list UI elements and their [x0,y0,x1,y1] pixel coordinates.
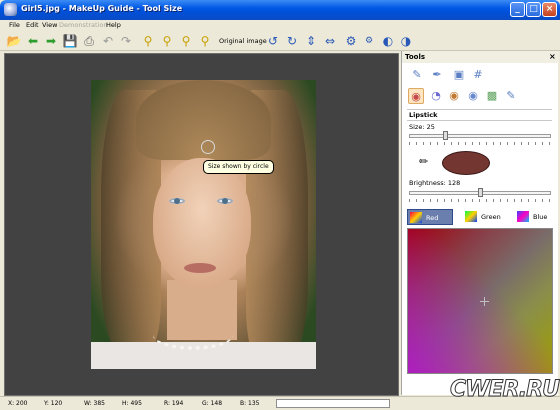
zoom-in-icon[interactable]: ⚲ [140,33,156,49]
menu-help[interactable]: Help [106,21,121,29]
status-b: B: 135 [240,400,260,407]
settings-gear-icon[interactable]: ⚙ [343,33,359,49]
menu-file[interactable]: File [9,21,20,29]
watermark-logo: CWER.RU [450,377,560,403]
eraser-tool-icon[interactable]: ✎ [503,88,519,104]
app-icon [4,3,17,16]
print-icon[interactable]: ⎙ [81,33,97,49]
brush-tool-icon[interactable]: ✒ [429,67,445,83]
status-r: R: 194 [164,400,184,407]
close-button[interactable]: × [542,2,557,17]
left-eye [169,198,185,204]
minimize-button[interactable]: _ [510,2,525,17]
size-slider[interactable] [409,134,551,138]
pencil-tool-icon[interactable]: ✎ [409,67,425,83]
progress-bar [276,399,390,408]
menu-edit[interactable]: Edit [26,21,39,29]
window-title: Girl5.jpg - MakeUp Guide - Tool Size [21,4,183,13]
back-arrow-icon[interactable]: ⬅ [25,33,41,49]
zoom-fit-icon[interactable]: ⚲ [178,33,194,49]
maximize-button[interactable]: □ [526,2,541,17]
brightness-slider-thumb[interactable] [478,188,484,197]
status-g: G: 148 [202,400,223,407]
flip-horizontal-icon[interactable]: ⇔ [322,33,338,49]
tooltip: Size shown by circle [203,160,274,174]
eye-tool-icon[interactable]: ◉ [465,88,481,104]
color-channel-tabs: Red Green Blue [407,209,554,225]
brightness-icon[interactable]: ◑ [398,33,414,49]
status-w: W: 385 [84,400,105,407]
pearl-necklace [153,320,233,350]
contrast-icon[interactable]: ◐ [380,33,396,49]
eyedropper-icon[interactable]: ✏ [419,155,428,168]
menu-demonstration[interactable]: Demonstration [59,21,107,29]
status-y: Y: 120 [44,400,63,407]
menu-bar: File Edit View Demonstration Help [0,20,560,30]
resize-tool-icon[interactable]: ▣ [451,67,467,83]
size-label: Size: 25 [409,123,435,131]
tab-blue[interactable]: Blue [515,209,554,225]
tab-green[interactable]: Green [463,209,505,225]
color-picker-crosshair[interactable] [480,297,489,306]
eyeshadow-tool-icon[interactable]: ▩ [484,88,500,104]
toolbar: 📂 ⬅ ➡ 💾 ⎙ ↶ ↷ ⚲ ⚲ ⚲ ⚲ Original image ↺ ↻… [0,31,560,51]
brightness-label: Brightness: 128 [409,179,461,187]
color-picker-gradient[interactable] [407,228,553,374]
blush-tool-icon[interactable]: ◔ [428,88,444,104]
lipstick-tool-icon[interactable]: ◉ [408,88,424,104]
portrait-photo[interactable] [91,80,316,369]
original-image-button[interactable]: Original image [219,37,267,45]
right-eye [217,198,233,204]
redo-icon[interactable]: ↷ [118,33,134,49]
open-folder-icon[interactable]: 📂 [6,33,22,49]
save-icon[interactable]: 💾 [62,33,78,49]
zoom-actual-icon[interactable]: ⚲ [197,33,213,49]
tools-panel-close-icon[interactable]: × [549,52,556,61]
section-title: Lipstick [409,111,438,119]
title-bar: Girl5.jpg - MakeUp Guide - Tool Size _ □… [0,0,560,20]
tools-panel-header: Tools × [402,51,559,63]
grid-tool-icon[interactable]: # [470,67,486,83]
image-canvas[interactable]: Size shown by circle [4,53,399,396]
tools-panel: Tools × ✎ ✒ ▣ # ◉ ◔ ◉ ◉ ▩ ✎ Lipstick Siz… [401,51,559,395]
menu-view[interactable]: View [42,21,57,29]
status-x: X: 200 [8,400,28,407]
small-gear-icon[interactable]: ⚙ [361,33,377,49]
tab-red[interactable]: Red [407,209,453,225]
status-h: H: 495 [122,400,142,407]
zoom-out-icon[interactable]: ⚲ [159,33,175,49]
brush-size-circle [201,140,215,154]
rotate-right-icon[interactable]: ↻ [284,33,300,49]
palette-tool-icon[interactable]: ◉ [446,88,462,104]
size-slider-thumb[interactable] [442,131,448,140]
forward-arrow-icon[interactable]: ➡ [43,33,59,49]
undo-icon[interactable]: ↶ [100,33,116,49]
rotate-left-icon[interactable]: ↺ [265,33,281,49]
flip-vertical-icon[interactable]: ⇕ [303,33,319,49]
lips [184,263,216,273]
color-swatch[interactable] [442,151,490,175]
tools-panel-title: Tools [405,53,426,61]
